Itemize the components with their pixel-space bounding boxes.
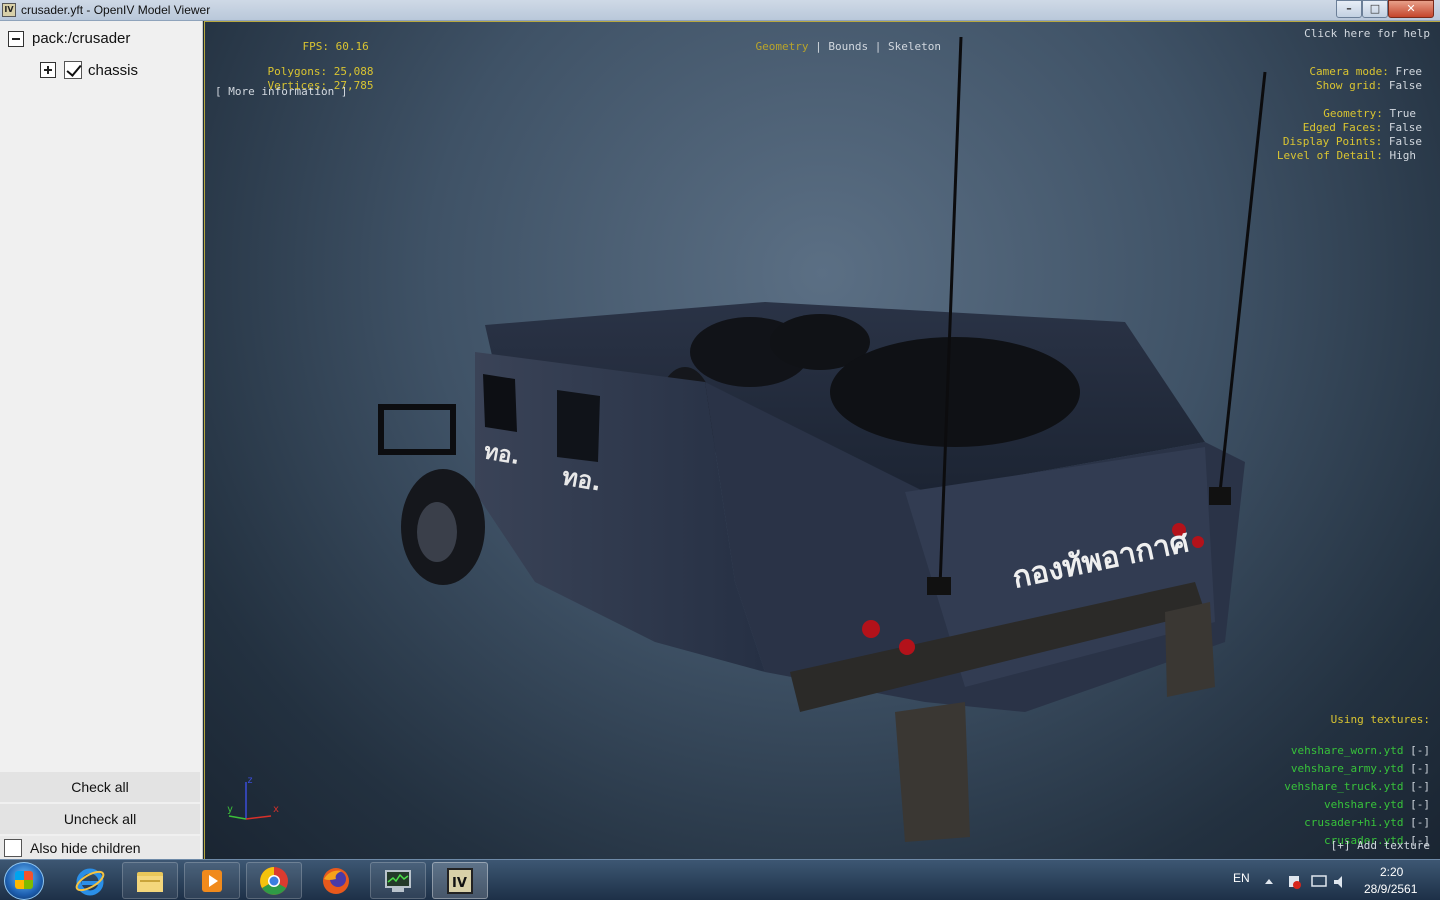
openiv-icon: IV	[447, 867, 473, 894]
wheel-hub	[417, 502, 457, 562]
app-icon: IV	[2, 3, 16, 17]
tree-item-chassis[interactable]: chassis	[40, 61, 138, 79]
axis-gizmo: z x y	[227, 775, 279, 820]
taskbar-app-system-monitor[interactable]	[370, 862, 426, 899]
window	[483, 374, 517, 432]
model-tree-panel: pack:/crusader chassis Check all Uncheck…	[0, 21, 203, 860]
collapse-icon[interactable]	[8, 30, 24, 47]
close-icon: ✕	[1406, 2, 1416, 15]
taskbar-app-file-explorer[interactable]	[122, 862, 178, 899]
mud-flap	[895, 702, 970, 842]
firefox-icon	[323, 867, 349, 894]
tail-light	[899, 639, 915, 655]
minimize-button[interactable]: –	[1336, 0, 1362, 18]
check-all-button[interactable]: Check all	[0, 772, 200, 802]
system-tray-icons	[1265, 875, 1342, 889]
tree-item-pack[interactable]: pack:/crusader	[8, 30, 130, 47]
window	[557, 390, 600, 462]
tab-bounds[interactable]: Bounds	[828, 40, 868, 53]
tree-item-label: pack:/crusader	[32, 30, 131, 47]
show-hidden-icons-icon[interactable]	[1265, 879, 1273, 884]
taskbar-app-internet-explorer[interactable]	[62, 862, 118, 899]
also-hide-children-checkbox[interactable]	[4, 839, 22, 857]
help-link[interactable]: Click here for help	[1304, 27, 1430, 40]
taskbar-app-chrome[interactable]	[246, 862, 302, 899]
monitor-icon	[385, 869, 411, 892]
maximize-icon: □	[1369, 2, 1381, 15]
mud-flap	[1165, 602, 1215, 697]
tail-light	[862, 620, 880, 638]
level-of-detail-setting[interactable]: Level of Detail: High	[1250, 136, 1416, 175]
tab-skeleton[interactable]: Skeleton	[888, 40, 941, 53]
y-axis	[228, 815, 247, 820]
brush-guard	[378, 404, 456, 455]
taskbar-app-media-player[interactable]	[184, 862, 240, 899]
language-indicator[interactable]: EN	[1233, 871, 1250, 885]
maximize-button[interactable]: □	[1362, 0, 1388, 18]
taskbar: IV EN 2:20 28/9/2561	[0, 859, 1440, 900]
close-button[interactable]: ✕	[1388, 0, 1434, 18]
svg-text:y: y	[227, 804, 233, 815]
svg-text:x: x	[273, 804, 279, 815]
svg-text:z: z	[247, 775, 253, 786]
cargo-bag	[830, 337, 1080, 447]
also-hide-children-label: Also hide children	[30, 840, 141, 856]
taskbar-app-firefox[interactable]	[308, 862, 364, 899]
media-player-icon	[202, 869, 222, 892]
folder-icon	[137, 871, 163, 892]
chassis-checkbox[interactable]	[64, 61, 82, 79]
svg-text:IV: IV	[452, 876, 467, 891]
windows-logo-icon	[15, 871, 33, 889]
expand-icon[interactable]	[40, 62, 56, 78]
model-viewport[interactable]: ทอ. ทอ. กองทัพอากาศ FPS: 60.16 Polygons:…	[204, 21, 1440, 859]
internet-explorer-icon	[75, 868, 105, 895]
textures-title: Using textures:	[1330, 713, 1430, 726]
minimize-icon: –	[1346, 2, 1352, 15]
tail-light	[1192, 536, 1204, 548]
taskbar-app-openiv[interactable]: IV	[432, 862, 488, 899]
antenna-base	[927, 577, 951, 595]
start-button[interactable]	[4, 862, 44, 900]
volume-icon[interactable]	[1334, 876, 1342, 888]
network-icon[interactable]	[1311, 875, 1327, 887]
window-title: crusader.yft - OpenIV Model Viewer	[21, 3, 211, 17]
antenna-base	[1209, 487, 1231, 505]
x-axis	[245, 815, 272, 820]
more-information-link[interactable]: [ More information ]	[215, 85, 347, 98]
add-texture-button[interactable]: [+] Add texture	[1331, 839, 1430, 852]
view-mode-tabs: Geometry | Bounds | Skeleton	[755, 40, 941, 53]
clock-date[interactable]: 28/9/2561	[1364, 882, 1417, 896]
title-bar: IV crusader.yft - OpenIV Model Viewer – …	[0, 0, 1440, 21]
tree-item-label: chassis	[88, 61, 139, 79]
tab-geometry[interactable]: Geometry	[756, 40, 809, 53]
uncheck-all-button[interactable]: Uncheck all	[0, 804, 200, 834]
chrome-icon	[260, 866, 288, 895]
clock-time[interactable]: 2:20	[1380, 865, 1403, 879]
window-controls: – □ ✕	[1336, 0, 1434, 18]
also-hide-children-row[interactable]: Also hide children	[0, 836, 200, 860]
